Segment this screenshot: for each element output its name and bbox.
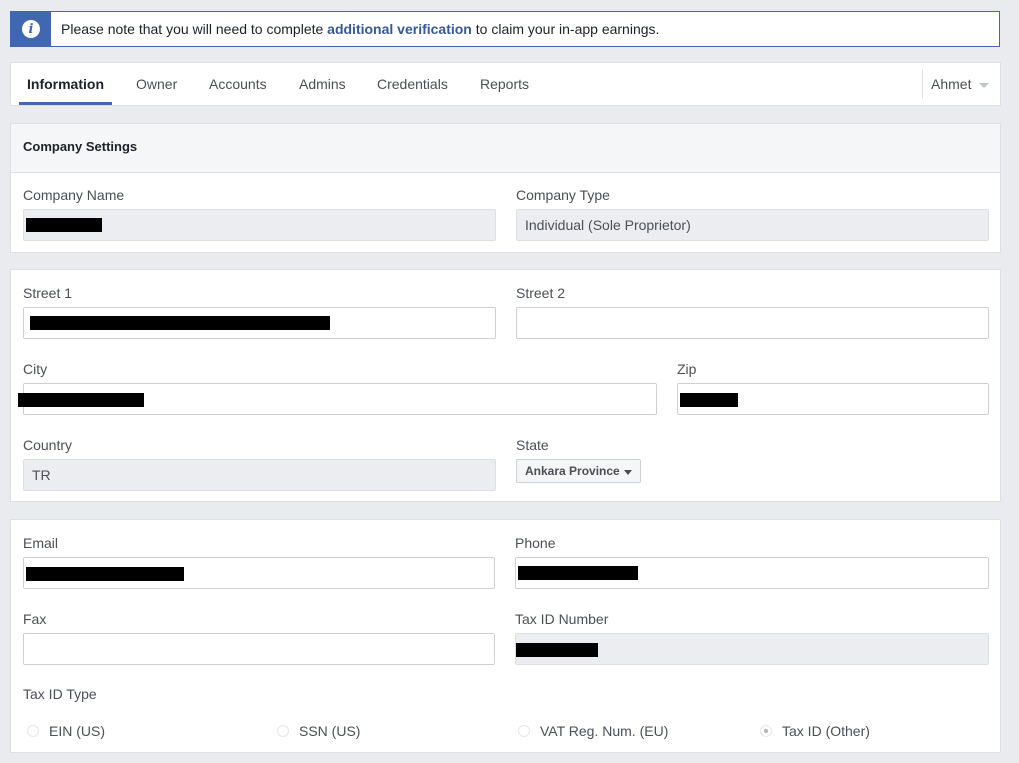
- state-value: Ankara Province: [525, 464, 620, 478]
- tab-accounts[interactable]: Accounts: [209, 63, 267, 105]
- radio-ein-label: EIN (US): [49, 723, 105, 739]
- tab-credentials[interactable]: Credentials: [377, 63, 448, 105]
- redaction-bar: [30, 316, 330, 330]
- email-label: Email: [23, 535, 59, 551]
- radio-ein[interactable]: EIN (US): [27, 723, 105, 739]
- info-icon: i: [22, 20, 40, 38]
- city-label: City: [23, 361, 48, 377]
- taxid-label: Tax ID Number: [515, 611, 609, 627]
- city-input[interactable]: [18, 383, 657, 415]
- radio-ssn-dot: [277, 725, 289, 737]
- zip-label: Zip: [677, 361, 697, 377]
- radio-vat[interactable]: VAT Reg. Num. (EU): [518, 723, 668, 739]
- company-name-label: Company Name: [23, 187, 125, 203]
- zip-input[interactable]: [677, 383, 989, 415]
- radio-ein-dot: [27, 725, 39, 737]
- redaction-bar: [680, 393, 738, 407]
- redaction-bar: [18, 393, 144, 407]
- street1-input[interactable]: [23, 307, 496, 339]
- email-input[interactable]: [23, 557, 495, 589]
- chevron-down-icon: [979, 82, 990, 88]
- street1-label: Street 1: [23, 285, 73, 301]
- redaction-bar: [26, 567, 184, 581]
- verification-notice: i Please note that you will need to comp…: [10, 11, 1000, 47]
- radio-taxid-other[interactable]: Tax ID (Other): [760, 723, 870, 739]
- radio-vat-dot: [518, 725, 530, 737]
- country-label: Country: [23, 437, 73, 453]
- country-field: TR: [23, 459, 496, 491]
- state-select[interactable]: Ankara Province: [516, 459, 641, 483]
- settings-tabs: Information Owner Accounts Admins Creden…: [10, 62, 1001, 106]
- radio-taxid-other-label: Tax ID (Other): [782, 723, 870, 739]
- company-type-field: Individual (Sole Proprietor): [516, 209, 989, 241]
- taxid-field: [515, 633, 989, 665]
- info-icon-box: i: [11, 12, 51, 46]
- tab-information[interactable]: Information: [19, 63, 112, 105]
- redaction-bar: [518, 566, 638, 580]
- street2-label: Street 2: [516, 285, 566, 301]
- additional-verification-link[interactable]: additional verification: [327, 21, 472, 37]
- radio-vat-label: VAT Reg. Num. (EU): [540, 723, 669, 739]
- company-type-label: Company Type: [516, 187, 610, 203]
- company-name-field: [23, 209, 496, 241]
- phone-label: Phone: [515, 535, 556, 551]
- user-name: Ahmet: [931, 76, 972, 92]
- tab-admins[interactable]: Admins: [299, 63, 346, 105]
- notice-text-before: Please note that you will need to comple…: [61, 21, 328, 37]
- radio-ssn[interactable]: SSN (US): [277, 723, 360, 739]
- redaction-bar: [516, 643, 598, 657]
- chevron-down-icon: [623, 469, 632, 475]
- state-label: State: [516, 437, 549, 453]
- tab-owner[interactable]: Owner: [136, 63, 177, 105]
- company-settings-card: Company Settings Company Name Company Ty…: [10, 123, 1001, 253]
- company-settings-header: Company Settings: [11, 124, 1000, 173]
- phone-input[interactable]: [515, 557, 989, 589]
- radio-ssn-label: SSN (US): [299, 723, 361, 739]
- radio-taxid-other-dot: [760, 725, 772, 737]
- address-card: Street 1 Street 2 City Zip Country TR St…: [10, 269, 1001, 502]
- notice-text: Please note that you will need to comple…: [51, 21, 659, 37]
- contact-card: Email Phone Fax Tax ID Number Tax ID Typ…: [10, 519, 1001, 753]
- street2-input[interactable]: [516, 307, 989, 339]
- fax-input[interactable]: [23, 633, 495, 665]
- fax-label: Fax: [23, 611, 47, 627]
- notice-text-after: to claim your in-app earnings.: [471, 21, 660, 37]
- tab-reports[interactable]: Reports: [480, 63, 529, 105]
- redaction-bar: [26, 218, 102, 232]
- user-menu[interactable]: Ahmet: [922, 69, 1000, 99]
- taxid-type-label: Tax ID Type: [23, 686, 97, 702]
